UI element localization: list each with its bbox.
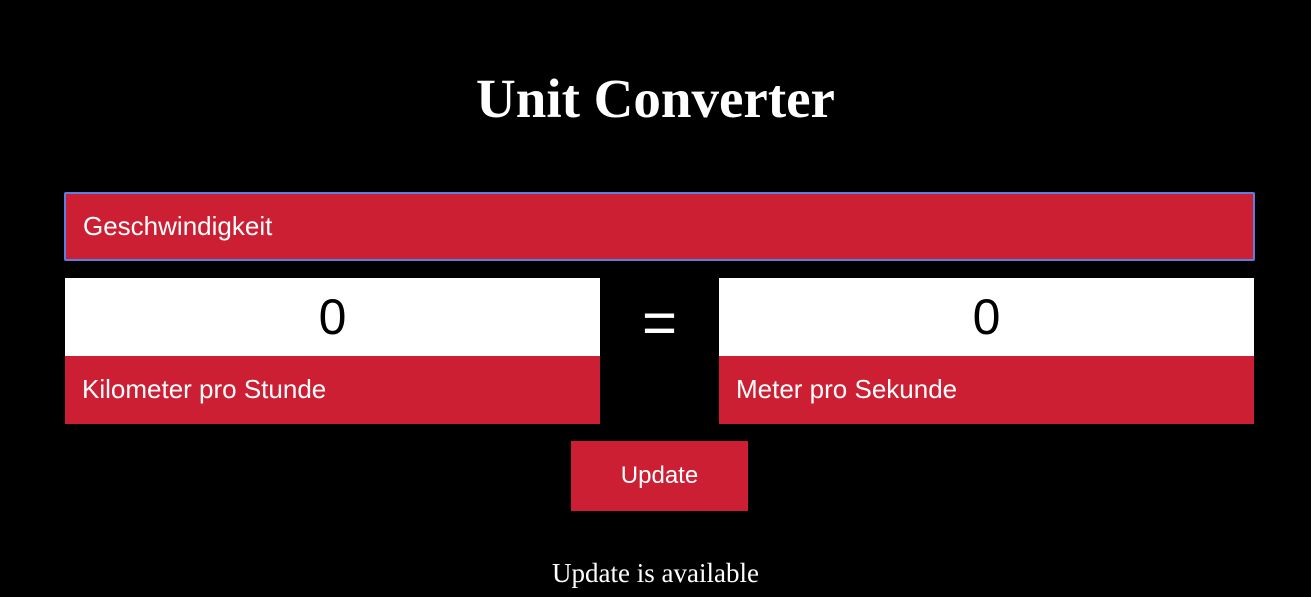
to-unit-panel: Meter pro Sekunde bbox=[719, 278, 1254, 424]
to-value-input[interactable] bbox=[719, 278, 1254, 356]
category-select-value: Geschwindigkeit bbox=[83, 211, 273, 241]
from-unit-label: Kilometer pro Stunde bbox=[82, 374, 327, 404]
unit-converter-page: Unit Converter Geschwindigkeit Kilometer… bbox=[0, 0, 1311, 597]
category-select[interactable]: Geschwindigkeit bbox=[64, 192, 1255, 261]
to-unit-label: Meter pro Sekunde bbox=[736, 374, 958, 404]
update-button[interactable]: Update bbox=[571, 441, 748, 511]
page-title: Unit Converter bbox=[476, 68, 835, 129]
equals-sign: = bbox=[641, 289, 678, 356]
to-unit-select[interactable]: Meter pro Sekunde bbox=[719, 356, 1254, 424]
from-unit-panel: Kilometer pro Stunde bbox=[65, 278, 600, 424]
from-unit-select[interactable]: Kilometer pro Stunde bbox=[65, 356, 600, 424]
from-value-input[interactable] bbox=[65, 278, 600, 356]
update-status-text: Update is available bbox=[552, 558, 759, 588]
